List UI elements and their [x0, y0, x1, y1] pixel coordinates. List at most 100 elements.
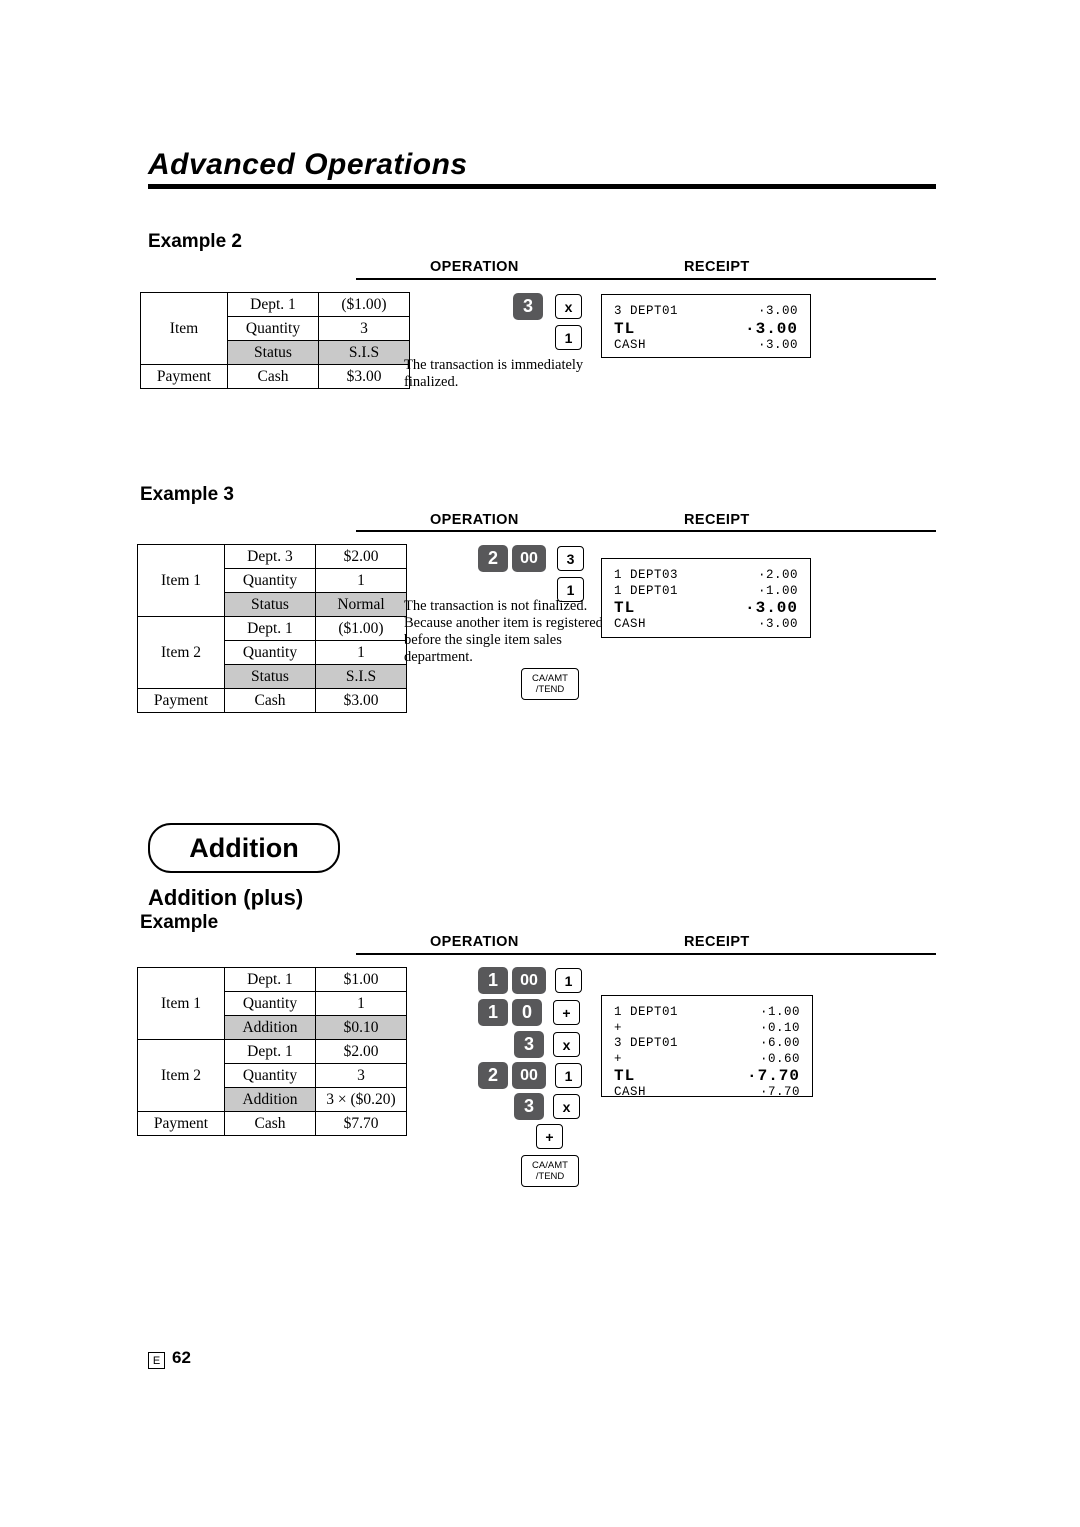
receipt-line-amount: ·3.00 — [757, 337, 798, 352]
addition-subheading: Addition (plus) — [148, 885, 304, 910]
row-label: Payment — [137, 688, 225, 713]
row-value: 1 — [315, 991, 407, 1016]
receipt-line-amount: ·1.00 — [759, 1005, 800, 1019]
key-line-1: CA/AMT — [532, 673, 568, 684]
receipt-line-label: 1 DEPT01 — [614, 583, 679, 598]
row-label: Item 1 — [137, 967, 225, 1040]
key-double-zero[interactable]: 00 — [512, 545, 546, 572]
key-numeric-3[interactable]: 3 — [514, 1093, 544, 1120]
receipt-line: TL ·3.00 — [614, 599, 798, 617]
row-value: S.I.S — [318, 340, 410, 365]
receipt-line-amount: ·3.00 — [757, 617, 798, 631]
table-row: Item Dept. 1 ($1.00) — [140, 292, 410, 365]
receipt-line-amount: ·1.00 — [757, 583, 798, 598]
receipt-line-label: 3 DEPT01 — [614, 304, 679, 318]
key-line-2: /TEND — [535, 684, 565, 695]
row-field: Quantity — [224, 991, 316, 1016]
addition-section-banner: Addition — [148, 823, 340, 873]
key-numeric-3[interactable]: 3 — [513, 293, 543, 320]
addition-spec-table: Item 1 Dept. 1 $1.00 Quantity 1 Addition… — [137, 967, 407, 1136]
row-field: Dept. 1 — [224, 967, 316, 992]
receipt-line-label: CASH — [614, 337, 647, 352]
row-value: Normal — [315, 592, 407, 617]
key-plus[interactable]: + — [536, 1124, 563, 1149]
row-field: Status — [224, 664, 316, 689]
key-double-zero[interactable]: 00 — [512, 1062, 546, 1089]
receipt-line-amount: ·7.70 — [759, 1085, 800, 1099]
table-row: Item 1 Dept. 3 $2.00 — [137, 544, 407, 617]
row-value: S.I.S — [315, 664, 407, 689]
row-field: Status — [227, 340, 319, 365]
row-value: ($1.00) — [315, 616, 407, 641]
key-double-zero[interactable]: 00 — [512, 967, 546, 994]
receipt-line-label: TL — [614, 599, 636, 617]
row-field: Cash — [224, 1111, 316, 1136]
key-numeric-2[interactable]: 2 — [478, 1062, 508, 1089]
table-row: Payment Cash $3.00 — [137, 688, 407, 713]
receipt-line-label: 1 DEPT03 — [614, 568, 679, 582]
row-value: $2.00 — [315, 1039, 407, 1064]
key-multiply[interactable]: x — [553, 1094, 580, 1119]
key-multiply[interactable]: x — [555, 294, 582, 319]
table-row: Item 1 Dept. 1 $1.00 — [137, 967, 407, 1040]
page-title: Advanced Operations — [148, 148, 468, 181]
row-value: ($1.00) — [318, 292, 410, 317]
key-cash-amount-tender[interactable]: CA/AMT /TEND — [521, 1155, 579, 1187]
receipt-line-amount: ·3.00 — [757, 304, 798, 318]
row-label: Payment — [140, 364, 228, 389]
key-numeric-2[interactable]: 2 — [478, 545, 508, 572]
receipt-line: 1 DEPT01 ·1.00 — [614, 1005, 800, 1021]
receipt-line-amount: ·2.00 — [757, 568, 798, 582]
key-dept-3[interactable]: 3 — [557, 546, 584, 571]
key-dept-1[interactable]: 1 — [555, 968, 582, 993]
row-label: Item 1 — [137, 544, 225, 617]
receipt-column-header-ex3: RECEIPT — [678, 512, 756, 528]
receipt-column-header-addition: RECEIPT — [678, 934, 756, 950]
operation-column-header-ex3: OPERATION — [424, 512, 525, 528]
row-value: $7.70 — [315, 1111, 407, 1136]
receipt-line: 3 DEPT01 ·3.00 — [614, 304, 798, 320]
example-3-note: The transaction is not finalized. Becaus… — [404, 598, 603, 665]
table-row: Item 2 Dept. 1 ($1.00) — [137, 616, 407, 689]
row-field: Addition — [224, 1087, 316, 1112]
row-value: $0.10 — [315, 1015, 407, 1040]
operation-column-header-ex2: OPERATION — [424, 259, 525, 275]
example-2-receipt: 3 DEPT01 ·3.00 TL ·3.00 CASH ·3.00 — [601, 294, 811, 358]
key-numeric-1[interactable]: 1 — [478, 967, 508, 994]
receipt-line: + ·0.10 — [614, 1021, 800, 1037]
key-numeric-3[interactable]: 3 — [514, 1031, 544, 1058]
column-divider-ex3 — [356, 530, 936, 532]
key-multiply[interactable]: x — [553, 1032, 580, 1057]
footer-language-mark: E — [148, 1352, 165, 1369]
column-divider-ex2 — [356, 278, 936, 280]
receipt-line-label: TL — [614, 1067, 636, 1085]
addition-example-heading: Example — [140, 912, 219, 933]
row-value: 3 — [315, 1063, 407, 1088]
key-dept-1[interactable]: 1 — [555, 1063, 582, 1088]
receipt-line: 1 DEPT03 ·2.00 — [614, 568, 798, 584]
row-field: Addition — [224, 1015, 316, 1040]
example-2-note: The transaction is immediately finalized… — [404, 357, 584, 390]
row-field: Dept. 3 — [224, 544, 316, 569]
example-2-heading: Example 2 — [148, 231, 242, 252]
title-divider — [148, 184, 936, 189]
receipt-line-amount: ·0.60 — [759, 1051, 800, 1066]
key-dept-1[interactable]: 1 — [555, 325, 582, 350]
row-value: $3.00 — [315, 688, 407, 713]
key-numeric-1[interactable]: 1 — [478, 999, 508, 1026]
receipt-line-label: CASH — [614, 617, 647, 631]
key-cash-amount-tender[interactable]: CA/AMT /TEND — [521, 668, 579, 700]
receipt-line-label: 3 DEPT01 — [614, 1036, 679, 1050]
receipt-line-amount: ·3.00 — [744, 319, 798, 338]
key-plus[interactable]: + — [553, 1000, 580, 1025]
receipt-line: TL ·7.70 — [614, 1067, 800, 1085]
row-field: Quantity — [224, 640, 316, 665]
row-field: Cash — [227, 364, 319, 389]
key-numeric-0[interactable]: 0 — [512, 999, 542, 1026]
addition-receipt: 1 DEPT01 ·1.00 + ·0.10 3 DEPT01 ·6.00 + ·0.6… — [601, 995, 813, 1099]
receipt-column-header-ex2: RECEIPT — [678, 259, 756, 275]
example-3-spec-table: Item 1 Dept. 3 $2.00 Quantity 1 Status N… — [137, 544, 407, 713]
row-field: Dept. 1 — [227, 292, 319, 317]
example-3-receipt: 1 DEPT03 ·2.00 1 DEPT01 ·1.00 TL ·3.00 CASH… — [601, 558, 811, 638]
row-field: Dept. 1 — [224, 616, 316, 641]
